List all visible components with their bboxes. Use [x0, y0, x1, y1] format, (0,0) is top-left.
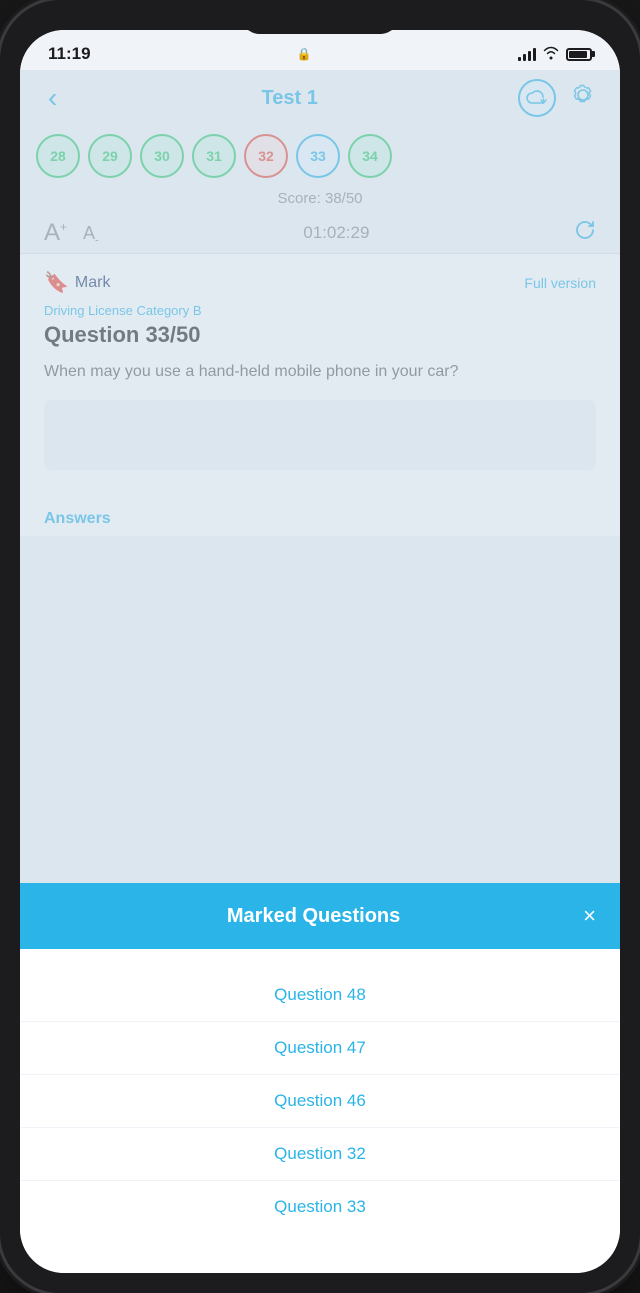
- phone-frame: 11:19 🔒: [0, 0, 640, 1293]
- wifi-icon: [542, 46, 560, 63]
- modal-body: Question 48 Question 47 Question 46 Ques…: [20, 949, 620, 1273]
- marked-question-item-47[interactable]: Question 47: [20, 1022, 620, 1075]
- battery-icon: [566, 48, 592, 61]
- notch: [240, 0, 400, 34]
- status-icons: [518, 46, 592, 63]
- modal-close-button[interactable]: ×: [583, 903, 596, 929]
- phone-screen: 11:19 🔒: [20, 30, 620, 1273]
- lock-icon: 🔒: [297, 47, 312, 61]
- marked-question-item-33[interactable]: Question 33: [20, 1181, 620, 1233]
- marked-question-item-48[interactable]: Question 48: [20, 969, 620, 1022]
- marked-question-item-32[interactable]: Question 32: [20, 1128, 620, 1181]
- marked-question-item-46[interactable]: Question 46: [20, 1075, 620, 1128]
- signal-bars-icon: [518, 47, 536, 61]
- marked-questions-modal: Marked Questions × Question 48 Question …: [20, 883, 620, 1273]
- status-bar: 11:19 🔒: [20, 30, 620, 70]
- modal-header: Marked Questions ×: [20, 883, 620, 949]
- status-time: 11:19: [48, 44, 91, 64]
- modal-title: Marked Questions: [44, 905, 583, 928]
